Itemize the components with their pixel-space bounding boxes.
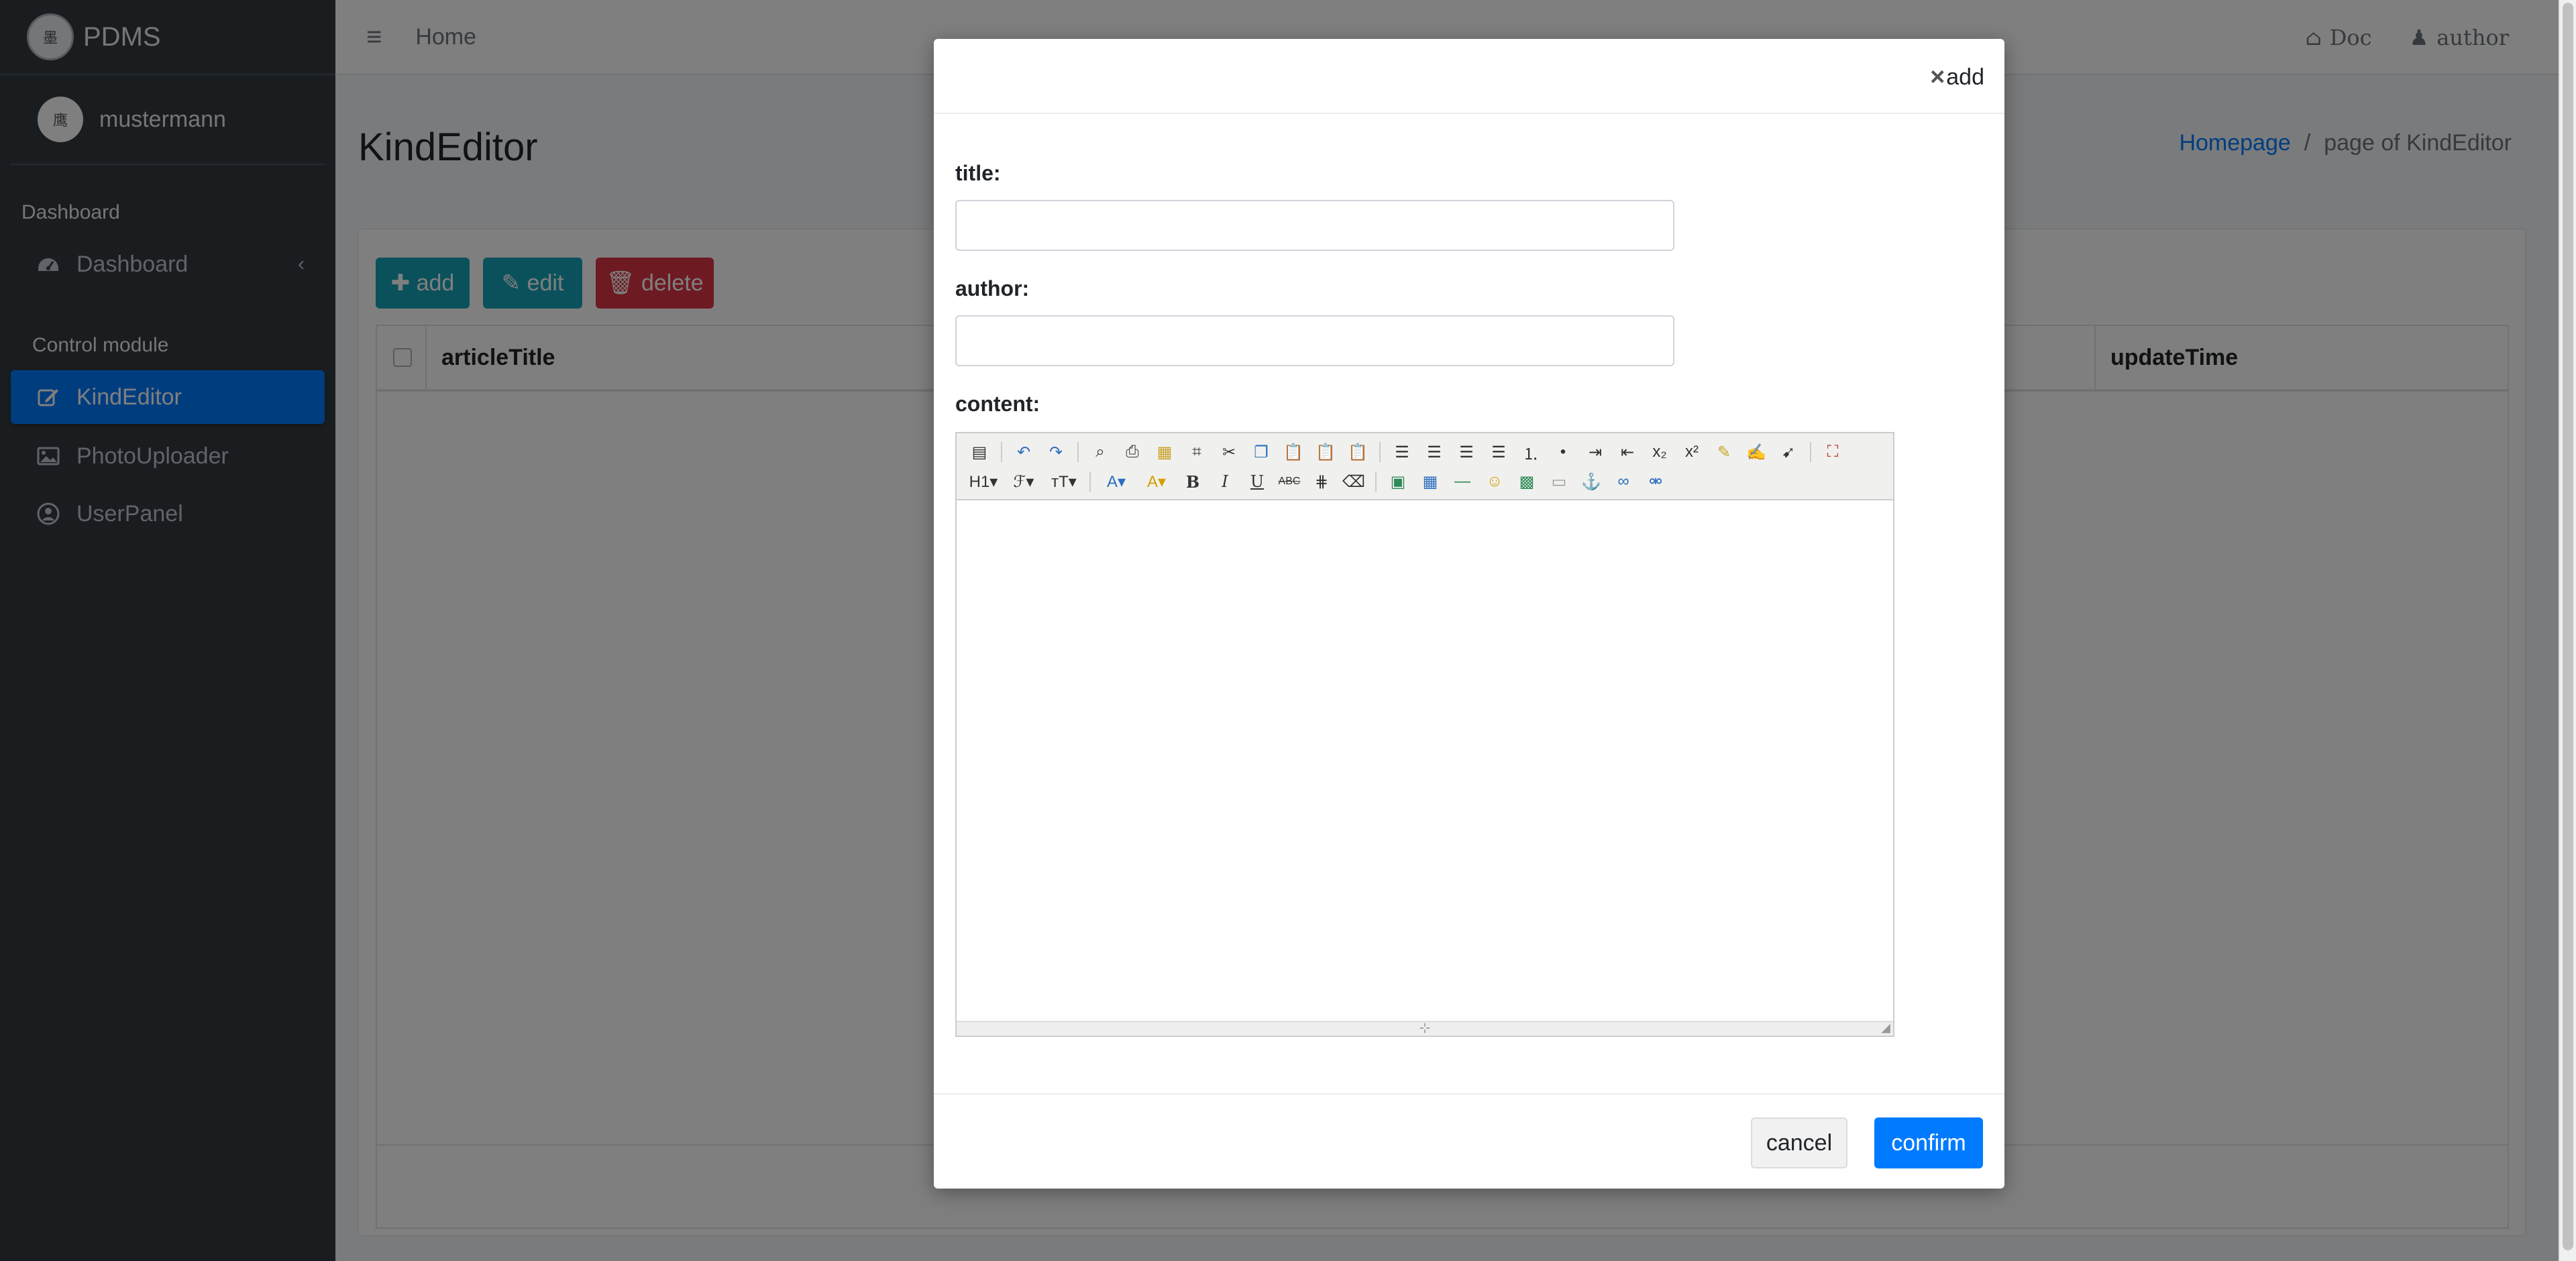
cut-icon[interactable]: ✂ <box>1216 439 1242 465</box>
preview-icon[interactable]: ⌕ <box>1087 439 1114 465</box>
remove-format-icon[interactable]: ⌫ <box>1340 468 1367 495</box>
print-icon[interactable]: ⎙ <box>1119 439 1146 465</box>
page-break-icon[interactable]: ▭ <box>1546 468 1572 495</box>
table-icon[interactable]: ▦ <box>1417 468 1444 495</box>
subscript-icon[interactable]: x₂ <box>1646 439 1673 465</box>
toolbar-separator <box>1077 442 1079 462</box>
editor-statusbar: ⊹ ◢ <box>957 1021 1893 1036</box>
editor-toolbar-row-2: H1▾ ℱ▾ ᴛT▾ A▾ A▾ B I U ABC ⋕ ⌫ ▣ ▦ ― ☺ ▩… <box>966 467 1884 496</box>
underline-icon[interactable]: U <box>1244 468 1271 495</box>
outdent-icon[interactable]: ⇤ <box>1614 439 1641 465</box>
editor-content-area[interactable] <box>957 500 1893 1021</box>
fore-color-icon[interactable]: A▾ <box>1099 468 1134 495</box>
scrollbar-thumb[interactable] <box>2563 3 2573 1250</box>
strikethrough-icon[interactable]: ABC <box>1276 468 1303 495</box>
modal-close-button[interactable]: × add <box>1930 63 1984 92</box>
toolbar-separator <box>1375 472 1377 492</box>
toolbar-separator <box>1001 442 1002 462</box>
select-all-icon[interactable]: ➹ <box>1775 439 1802 465</box>
close-icon: × <box>1930 63 1945 91</box>
highlight-color-icon[interactable]: A▾ <box>1139 468 1174 495</box>
author-label: author: <box>955 276 1030 300</box>
justify-right-icon[interactable]: ☰ <box>1453 439 1480 465</box>
clear-html-icon[interactable]: ✎ <box>1711 439 1737 465</box>
undo-icon[interactable]: ↶ <box>1010 439 1037 465</box>
unlink-icon[interactable]: ⚮ <box>1642 468 1669 495</box>
title-label: title: <box>955 161 1001 185</box>
source-icon[interactable]: ▤ <box>966 439 993 465</box>
bold-icon[interactable]: B <box>1179 468 1206 495</box>
resize-handle-icon[interactable]: ⊹ <box>1419 1020 1431 1036</box>
line-height-icon[interactable]: ⋕ <box>1308 468 1335 495</box>
page-scrollbar[interactable] <box>2559 0 2576 1261</box>
superscript-icon[interactable]: x² <box>1678 439 1705 465</box>
modal-header: × add <box>934 39 2004 114</box>
justify-left-icon[interactable]: ☰ <box>1389 439 1415 465</box>
code-icon[interactable]: ⌗ <box>1183 439 1210 465</box>
content-label: content: <box>955 392 1040 416</box>
modal-footer: cancel confirm <box>934 1093 2004 1189</box>
add-dialog: × add title: author: content: ▤ ↶ ↷ ⌕ ⎙ … <box>934 39 2004 1189</box>
map-icon[interactable]: ▩ <box>1513 468 1540 495</box>
rich-text-editor: ▤ ↶ ↷ ⌕ ⎙ ▦ ⌗ ✂ ❐ 📋 📋 📋 ☰ ☰ ☰ ☰ ⒈ • ⇥ ⇤ … <box>955 432 1894 1037</box>
fullscreen-icon[interactable]: ⛶ <box>1819 439 1846 465</box>
paste-icon[interactable]: 📋 <box>1280 439 1307 465</box>
unordered-list-icon[interactable]: • <box>1550 439 1576 465</box>
image-icon[interactable]: ▣ <box>1385 468 1411 495</box>
toolbar-separator <box>1089 472 1091 492</box>
toolbar-separator <box>1379 442 1381 462</box>
redo-icon[interactable]: ↷ <box>1042 439 1069 465</box>
resize-grip-icon[interactable]: ◢ <box>1881 1021 1890 1035</box>
indent-icon[interactable]: ⇥ <box>1582 439 1609 465</box>
justify-full-icon[interactable]: ☰ <box>1485 439 1512 465</box>
toolbar-separator <box>1810 442 1811 462</box>
anchor-icon[interactable]: ⚓ <box>1578 468 1605 495</box>
modal-title: add <box>1946 64 1984 90</box>
cancel-button[interactable]: cancel <box>1751 1117 1847 1168</box>
copy-icon[interactable]: ❐ <box>1248 439 1275 465</box>
heading-icon[interactable]: H1▾ <box>966 468 1001 495</box>
editor-toolbar: ▤ ↶ ↷ ⌕ ⎙ ▦ ⌗ ✂ ❐ 📋 📋 📋 ☰ ☰ ☰ ☰ ⒈ • ⇥ ⇤ … <box>957 433 1893 500</box>
editor-toolbar-row-1: ▤ ↶ ↷ ⌕ ⎙ ▦ ⌗ ✂ ❐ 📋 📋 📋 ☰ ☰ ☰ ☰ ⒈ • ⇥ ⇤ … <box>966 437 1884 467</box>
italic-icon[interactable]: I <box>1212 468 1238 495</box>
quick-format-icon[interactable]: ✍ <box>1743 439 1770 465</box>
plainpaste-icon[interactable]: 📋 <box>1312 439 1339 465</box>
confirm-button[interactable]: confirm <box>1874 1117 1983 1168</box>
template-icon[interactable]: ▦ <box>1151 439 1178 465</box>
font-size-icon[interactable]: ᴛT▾ <box>1046 468 1081 495</box>
title-input[interactable] <box>955 200 1674 251</box>
wordpaste-icon[interactable]: 📋 <box>1344 439 1371 465</box>
emoticons-icon[interactable]: ☺ <box>1481 468 1508 495</box>
ordered-list-icon[interactable]: ⒈ <box>1517 439 1544 465</box>
font-name-icon[interactable]: ℱ▾ <box>1006 468 1041 495</box>
horizontal-rule-icon[interactable]: ― <box>1449 468 1476 495</box>
author-input[interactable] <box>955 315 1674 366</box>
link-icon[interactable]: ∞ <box>1610 468 1637 495</box>
justify-center-icon[interactable]: ☰ <box>1421 439 1448 465</box>
